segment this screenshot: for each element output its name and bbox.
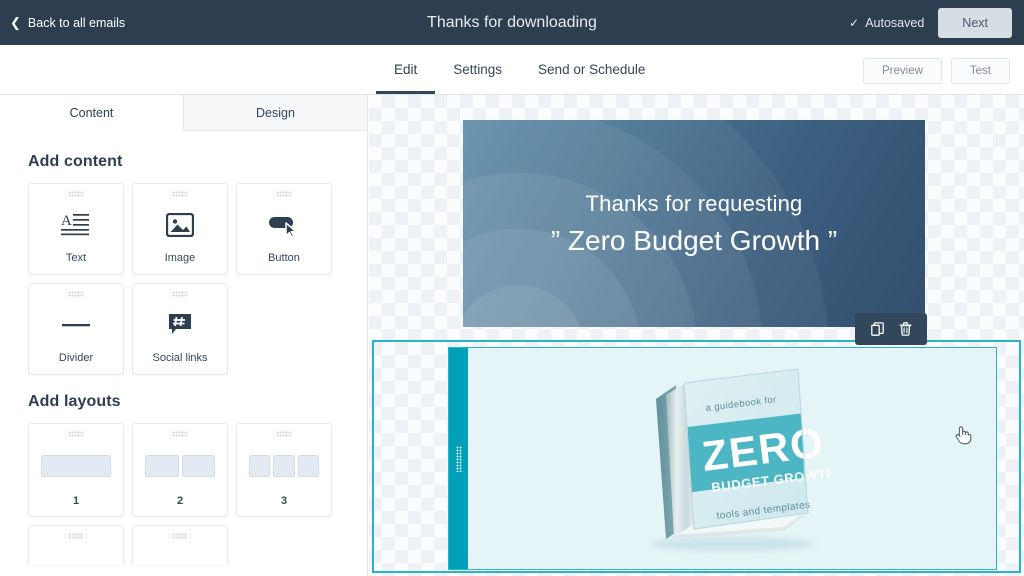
content-module-label: Divider — [58, 352, 94, 364]
svg-text:A: A — [61, 213, 72, 229]
email-canvas[interactable]: Thanks for requesting ” Zero Budget Grow… — [369, 95, 1024, 576]
email-banner-module[interactable]: Thanks for requesting ” Zero Budget Grow… — [463, 120, 925, 327]
autosave-status: ✓ Autosaved — [849, 16, 924, 30]
layout-option-partial[interactable] — [28, 525, 124, 565]
layout-option-2[interactable]: 2 — [132, 423, 228, 517]
grip-icon — [172, 533, 188, 539]
grip-icon — [172, 191, 188, 197]
content-module-social-links[interactable]: Social links — [132, 283, 228, 375]
chevron-left-icon: ❮ — [10, 15, 21, 30]
test-button[interactable]: Test — [950, 58, 1010, 84]
editor-tab-bar: Edit Settings Send or Schedule Preview T… — [0, 45, 1024, 95]
layouts-row-2-partial — [28, 525, 339, 565]
module-toolbar — [855, 313, 927, 345]
add-content-heading: Add content — [28, 153, 123, 170]
layout-preview — [133, 437, 227, 495]
sidebar-tabs: Content Design — [0, 95, 367, 131]
sidebar-body: Add content A Text Image Button Divider … — [0, 131, 367, 565]
grip-icon — [172, 431, 188, 437]
email-editor-app: ❮ Back to all emails Thanks for download… — [0, 0, 1024, 576]
content-module-divider[interactable]: Divider — [28, 283, 124, 375]
ebook-cover-image[interactable]: a guidebook for ZERO BUDGET GROWTH tools… — [632, 359, 837, 559]
content-module-text[interactable]: A Text — [28, 183, 124, 275]
grip-icon — [68, 291, 84, 297]
layout-preview — [29, 437, 123, 495]
layout-label: 1 — [72, 495, 80, 507]
grip-icon — [68, 191, 84, 197]
next-button[interactable]: Next — [938, 7, 1012, 38]
layout-option-1[interactable]: 1 — [28, 423, 124, 517]
content-module-label: Button — [268, 252, 300, 264]
editor-tabs: Edit Settings Send or Schedule — [376, 45, 663, 94]
content-module-button[interactable]: Button — [236, 183, 332, 275]
grip-dots-icon — [455, 445, 462, 472]
preview-button[interactable]: Preview — [863, 58, 942, 84]
banner-line-2: ” Zero Budget Growth ” — [550, 224, 838, 256]
top-bar: ❮ Back to all emails Thanks for download… — [0, 0, 1024, 45]
text-icon: A — [61, 197, 91, 252]
grip-icon — [276, 191, 292, 197]
social-links-icon — [167, 297, 193, 352]
layout-option-partial[interactable] — [132, 525, 228, 565]
check-icon: ✓ — [849, 15, 860, 30]
pointing-hand-cursor — [955, 426, 972, 445]
content-modules-row-2: Divider Social links — [28, 283, 339, 375]
content-module-image[interactable]: Image — [132, 183, 228, 275]
tab-settings[interactable]: Settings — [435, 45, 520, 94]
tab-bar-actions: Preview Test — [863, 58, 1024, 94]
layout-label: 3 — [280, 495, 288, 507]
sidebar-tab-content[interactable]: Content — [0, 95, 183, 131]
tab-send-or-schedule[interactable]: Send or Schedule — [520, 45, 663, 94]
grip-icon — [172, 291, 188, 297]
selected-row[interactable]: a guidebook for ZERO BUDGET GROWTH tools… — [372, 313, 1021, 573]
trash-icon[interactable] — [893, 319, 917, 339]
divider-icon — [61, 297, 91, 352]
content-module-label: Image — [164, 252, 196, 264]
banner-line-1: Thanks for requesting — [585, 190, 803, 216]
tab-edit[interactable]: Edit — [376, 45, 436, 94]
content-module-label: Social links — [152, 352, 208, 364]
layout-option-3[interactable]: 3 — [236, 423, 332, 517]
book-shadow — [650, 536, 815, 551]
module-drag-handle[interactable] — [449, 348, 468, 569]
grip-icon — [68, 431, 84, 437]
back-to-all-emails-label: Back to all emails — [27, 15, 126, 30]
layout-label: 2 — [176, 495, 184, 507]
layout-preview — [237, 437, 331, 495]
grip-icon — [68, 533, 84, 539]
book-illustration: a guidebook for ZERO BUDGET GROWTH tools… — [656, 367, 837, 539]
image-icon — [166, 197, 194, 252]
button-icon — [268, 197, 300, 252]
sidebar-tab-design[interactable]: Design — [183, 95, 367, 131]
layouts-row-1: 1 2 3 — [28, 423, 339, 517]
duplicate-icon[interactable] — [865, 319, 889, 339]
grip-icon — [276, 431, 292, 437]
content-modules-row-1: A Text Image Button — [28, 183, 339, 275]
content-module-label: Text — [65, 252, 87, 264]
module-content[interactable]: a guidebook for ZERO BUDGET GROWTH tools… — [468, 348, 996, 569]
selected-image-module[interactable]: a guidebook for ZERO BUDGET GROWTH tools… — [448, 347, 997, 570]
left-sidebar: Content Design Add content A Text Image … — [0, 95, 368, 576]
back-to-all-emails-link[interactable]: ❮ Back to all emails — [10, 16, 125, 30]
autosave-label: Autosaved — [865, 15, 925, 30]
add-layouts-heading: Add layouts — [28, 393, 121, 410]
top-bar-actions: ✓ Autosaved Next — [849, 7, 1024, 38]
